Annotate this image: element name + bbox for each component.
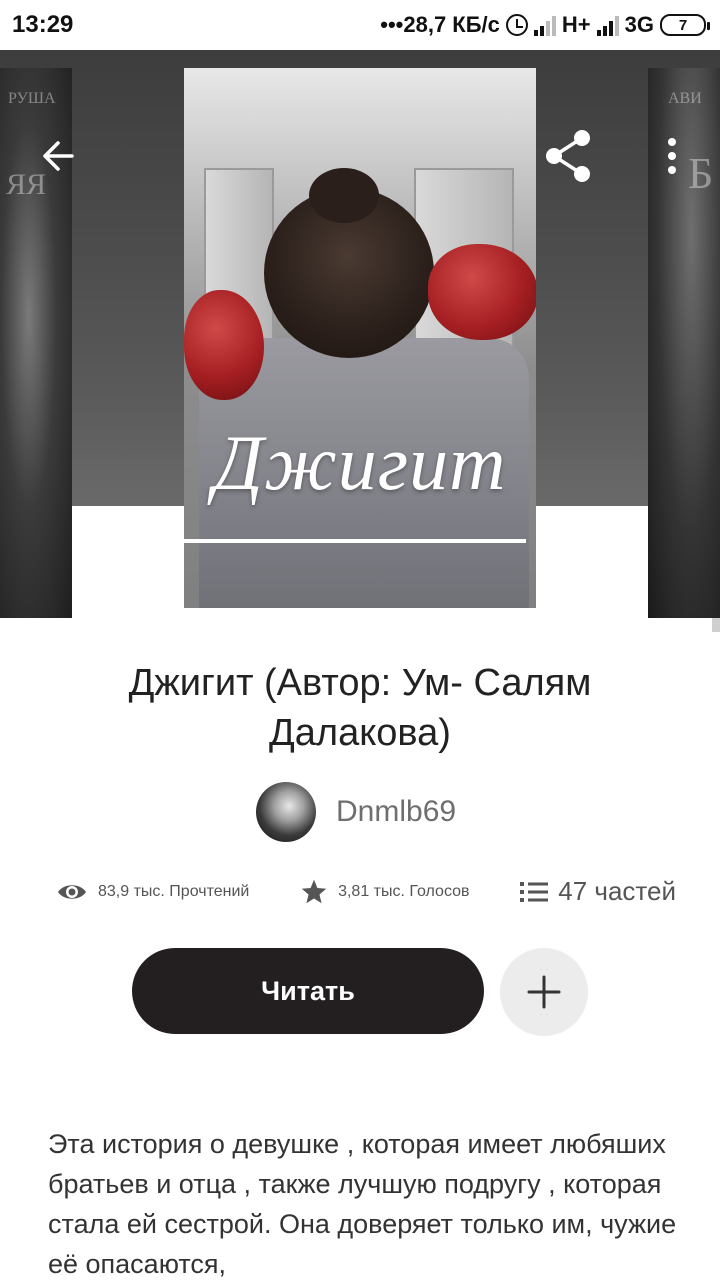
cover-hair-bun — [309, 168, 379, 223]
network-type-1: H+ — [561, 12, 591, 37]
eye-icon — [58, 884, 86, 899]
author-link[interactable]: Dnmlb69 — [256, 782, 456, 842]
book-title: Джигит (Автор: Ум- Салям Далакова) — [128, 662, 592, 754]
cover-bottom-edge — [184, 608, 536, 614]
left-cover-text-1: РУША — [8, 90, 56, 107]
reads-count: 83,9 тыс. Прочтений — [98, 882, 250, 900]
share-icon — [546, 130, 590, 182]
cover-underline — [184, 539, 526, 543]
share-button[interactable] — [540, 126, 596, 186]
status-time: 13:29 — [12, 11, 74, 38]
signal-icon-2 — [596, 14, 619, 36]
votes-stat: 3,81 тыс. Голосов — [300, 878, 470, 906]
network-type-2: 3G — [624, 12, 654, 37]
back-button[interactable] — [34, 132, 82, 180]
add-to-library-button[interactable] — [500, 948, 588, 1036]
read-button[interactable]: Читать — [132, 948, 484, 1034]
parts-count[interactable]: 47 частей — [558, 876, 676, 907]
battery-level: 7 — [678, 16, 688, 34]
battery-icon: 7 — [660, 14, 710, 36]
more-options-button[interactable] — [652, 132, 692, 180]
cover-glove-left — [184, 290, 264, 400]
arrow-left-icon — [43, 141, 74, 171]
list-icon — [520, 881, 549, 902]
plus-icon — [527, 975, 561, 1009]
book-stats: 83,9 тыс. Прочтений 3,81 тыс. Голосов 47… — [56, 876, 676, 907]
book-hero: РУША ЯЯ АВИ Б Джигит — [0, 50, 720, 618]
network-speed: •••28,7 КБ/с — [380, 12, 500, 37]
status-bar: 13:29 •••28,7 КБ/с H+ 3G 7 — [0, 0, 720, 50]
alarm-icon — [505, 14, 528, 36]
signal-icon — [533, 14, 556, 36]
status-icons: •••28,7 КБ/с H+ 3G 7 — [380, 12, 710, 38]
cover-title: Джигит — [213, 419, 507, 506]
votes-count: 3,81 тыс. Голосов — [338, 882, 470, 900]
author-avatar[interactable] — [256, 782, 316, 842]
scroll-indicator — [712, 618, 720, 632]
read-button-label: Читать — [261, 975, 355, 1006]
star-icon — [301, 879, 327, 903]
more-vertical-icon — [668, 138, 676, 174]
reads-stat: 83,9 тыс. Прочтений — [56, 881, 249, 903]
parts-stat[interactable]: 47 частей — [520, 876, 676, 907]
right-cover-text-1: АВИ — [668, 90, 702, 107]
book-cover[interactable]: Джигит — [184, 68, 536, 614]
author-name[interactable]: Dnmlb69 — [336, 795, 456, 829]
book-description: Эта история о девушке , которая имеет лю… — [48, 1129, 677, 1279]
cover-glove-right — [428, 244, 536, 340]
